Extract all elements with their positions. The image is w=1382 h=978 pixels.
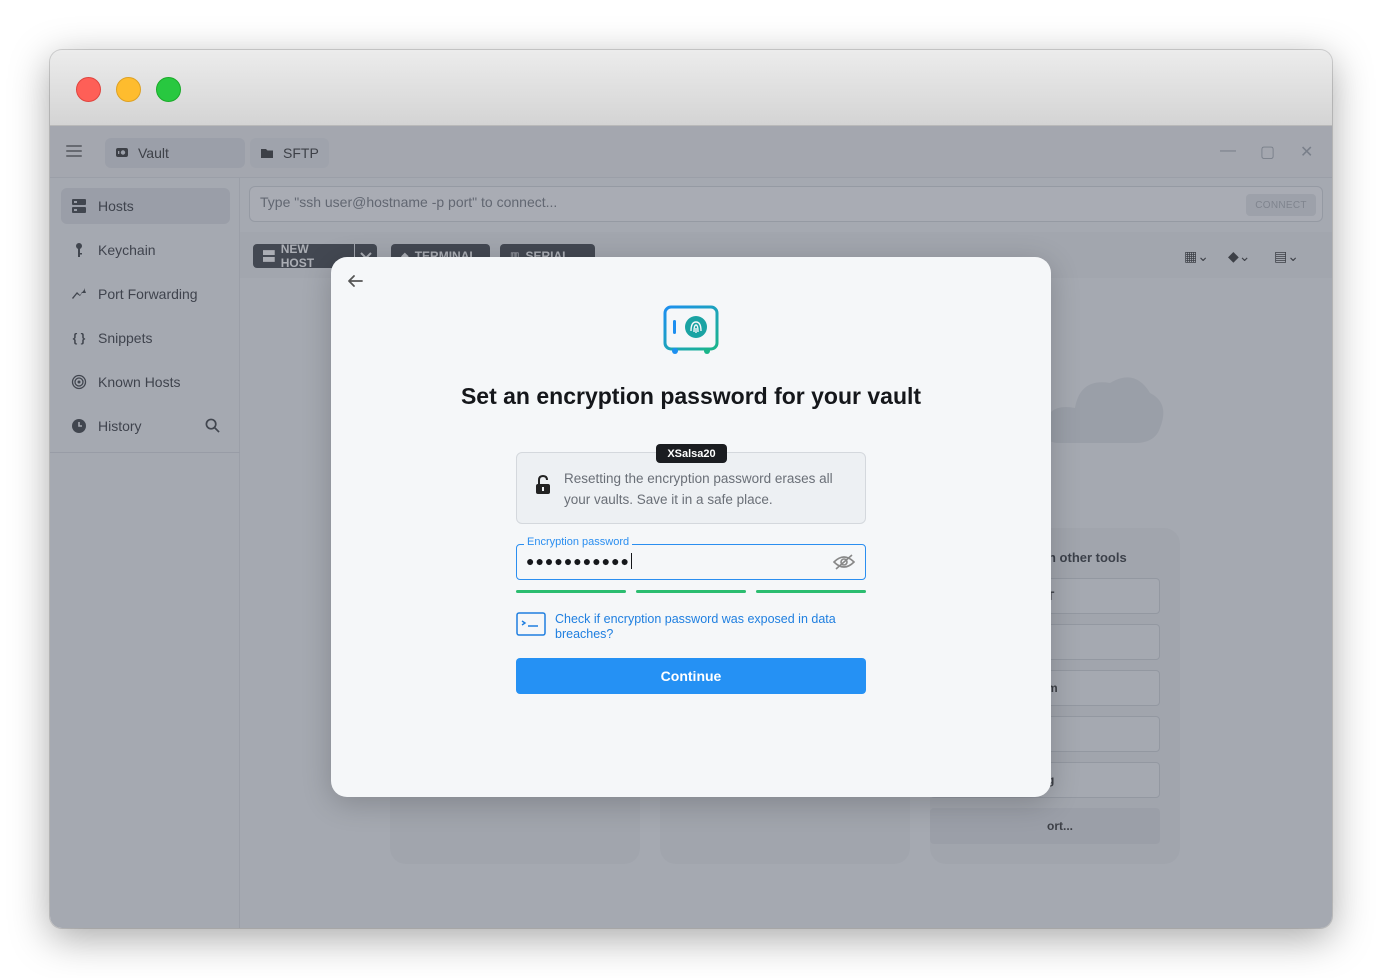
title-bar	[50, 50, 1332, 126]
breach-check: Check if encryption password was exposed…	[516, 612, 866, 646]
encryption-password-field[interactable]: Encryption password ●●●●●●●●●●●	[516, 536, 866, 580]
strength-bar	[636, 590, 746, 593]
dialog-title: Set an encryption password for your vaul…	[460, 383, 922, 409]
encryption-password-dialog: Set an encryption password for your vaul…	[331, 257, 1051, 797]
breach-check-link[interactable]: Check if encryption password was exposed…	[555, 612, 855, 642]
algorithm-badge: XSalsa20	[656, 444, 727, 463]
warning-info-box: XSalsa20 Resetting the encryption passwo…	[516, 444, 866, 524]
warning-text: Resetting the encryption password erases…	[564, 471, 833, 507]
continue-button[interactable]: Continue	[516, 658, 866, 694]
minimize-window-button[interactable]	[116, 77, 141, 102]
strength-bar	[756, 590, 866, 593]
vault-logo-icon	[663, 305, 719, 354]
password-value[interactable]: ●●●●●●●●●●●	[526, 553, 632, 569]
close-window-button[interactable]	[76, 77, 101, 102]
back-arrow-icon[interactable]	[345, 271, 365, 291]
password-field-label: Encryption password	[524, 536, 633, 548]
eye-off-icon[interactable]	[833, 553, 855, 571]
terminal-icon	[516, 612, 546, 636]
zoom-window-button[interactable]	[156, 77, 181, 102]
strength-bar	[516, 590, 626, 593]
unlock-icon	[536, 475, 550, 494]
